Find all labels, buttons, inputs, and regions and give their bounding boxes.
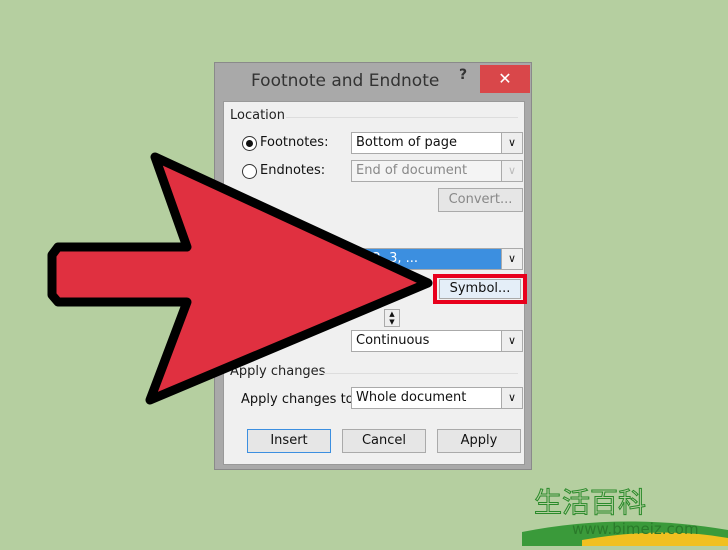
arrow-shape bbox=[47, 152, 433, 405]
svg-text:www.bimeiz.com: www.bimeiz.com bbox=[572, 520, 699, 538]
svg-text:生活百科: 生活百科 bbox=[534, 486, 646, 519]
pointer-arrow-annotation bbox=[47, 152, 433, 405]
watermark-logo: 生活百科 www.bimeiz.com bbox=[522, 482, 728, 546]
